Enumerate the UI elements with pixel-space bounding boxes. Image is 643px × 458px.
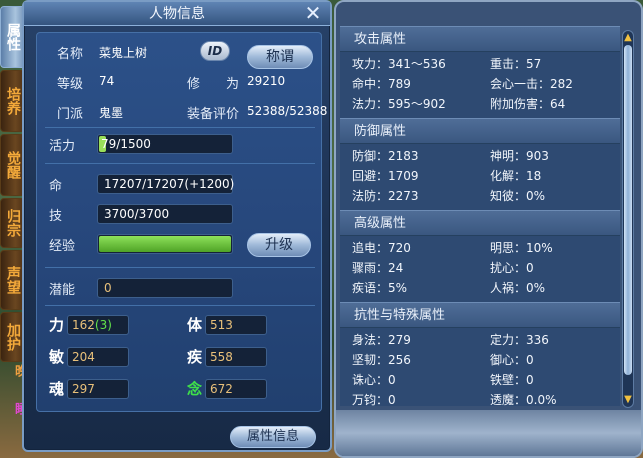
attribute-cell: 疾语：5% bbox=[352, 281, 408, 295]
id-badge-icon[interactable]: ID bbox=[200, 41, 230, 61]
stat-label-mind: 念 bbox=[187, 380, 203, 398]
stat-label-constitution: 体 bbox=[187, 316, 203, 334]
stat-strength: 162(3) bbox=[67, 315, 129, 335]
attribute-cell: 知彼：0% bbox=[490, 189, 546, 203]
attribute-cell: 神明：903 bbox=[490, 149, 549, 163]
life-label: 命 bbox=[49, 179, 63, 194]
attribute-list: 攻击属性攻力：341～536 重击：57 命中：789 会心一击：282 法力：595～… bbox=[340, 26, 620, 406]
faction-value: 鬼墨 bbox=[99, 106, 124, 120]
close-icon[interactable]: ✕ bbox=[304, 3, 322, 23]
exp-label: 经验 bbox=[49, 239, 76, 254]
attribute-cell: 重击：57 bbox=[490, 57, 542, 71]
level-label: 等级 bbox=[57, 77, 84, 92]
attribute-row: 法防：2273 知彼：0% bbox=[340, 186, 620, 206]
attribute-cell: 透魔：0.0% bbox=[490, 393, 557, 406]
attribute-section-header: 防御属性 bbox=[340, 118, 620, 144]
attribute-cell: 扰心：0 bbox=[490, 261, 534, 275]
stat-label-agility: 敏 bbox=[49, 348, 65, 366]
attribute-cell: 御心：0 bbox=[490, 353, 534, 367]
attribute-cell: 万钧：0 bbox=[352, 393, 396, 406]
attribute-row: 追电：720 明思：10% bbox=[340, 238, 620, 258]
vitality-bar: 79/1500 bbox=[97, 134, 233, 154]
exp-bar-fill bbox=[99, 236, 231, 252]
attribute-row: 骤雨：24 扰心：0 bbox=[340, 258, 620, 278]
vitality-value: 79/1500 bbox=[101, 137, 151, 151]
potential-label: 潜能 bbox=[49, 283, 76, 298]
panel-title: 人物信息 bbox=[24, 2, 330, 26]
attribute-row: 万钧：0 透魔：0.0% bbox=[340, 390, 620, 406]
character-info-content: 名称 菜鬼上树 ID 称谓 等级 74 修 为 29210 门派 鬼墨 装备评价… bbox=[36, 32, 327, 412]
stat-mind: 672 bbox=[205, 379, 267, 399]
attribute-row: 坚韧：256 御心：0 bbox=[340, 350, 620, 370]
attribute-row: 法力：595～902 附加伤害：64 bbox=[340, 94, 620, 114]
attribute-cell: 附加伤害：64 bbox=[490, 97, 566, 111]
scroll-up-icon[interactable]: ▲ bbox=[623, 33, 633, 43]
divider bbox=[45, 267, 315, 268]
gear-score-value: 52388/52388 bbox=[247, 104, 328, 118]
exp-bar bbox=[97, 234, 233, 254]
gear-score-label: 装备评价 bbox=[187, 107, 240, 122]
attribute-section-header: 抗性与特殊属性 bbox=[340, 302, 620, 328]
attribute-cell: 铁壁：0 bbox=[490, 373, 534, 387]
attribute-section-header: 高级属性 bbox=[340, 210, 620, 236]
stat-speed: 558 bbox=[205, 347, 267, 367]
potential-field: 0 bbox=[97, 278, 233, 298]
stat-constitution: 513 bbox=[205, 315, 267, 335]
attribute-row: 诛心：0 铁壁：0 bbox=[340, 370, 620, 390]
faction-label: 门派 bbox=[57, 107, 84, 122]
name-label: 名称 bbox=[57, 47, 84, 62]
attribute-cell: 法防：2273 bbox=[352, 189, 419, 203]
scroll-thumb[interactable] bbox=[624, 45, 632, 375]
skill-field: 3700/3700 bbox=[97, 204, 233, 224]
scroll-down-icon[interactable]: ▼ bbox=[623, 395, 633, 405]
attribute-row: 回避：1709 化解：18 bbox=[340, 166, 620, 186]
attribute-cell: 骤雨：24 bbox=[352, 261, 404, 275]
stat-label-speed: 疾 bbox=[187, 348, 203, 366]
life-field: 17207/17207(+1200) bbox=[97, 174, 234, 194]
attribute-cell: 身法：279 bbox=[352, 333, 411, 347]
scrollbar[interactable]: ▲ ▼ bbox=[622, 30, 634, 408]
title-button[interactable]: 称谓 bbox=[247, 45, 313, 69]
attribute-cell: 明思：10% bbox=[490, 241, 553, 255]
level-value: 74 bbox=[99, 74, 115, 88]
attribute-info-button[interactable]: 属性信息 bbox=[230, 426, 316, 448]
skill-label: 技 bbox=[49, 209, 63, 224]
cultivation-label: 修 为 bbox=[187, 77, 240, 92]
divider bbox=[45, 163, 315, 164]
attribute-cell: 会心一击：282 bbox=[490, 77, 573, 91]
attribute-cell: 回避：1709 bbox=[352, 169, 419, 183]
stat-value: 162 bbox=[72, 318, 95, 332]
attribute-cell: 化解：18 bbox=[490, 169, 542, 183]
attribute-cell: 命中：789 bbox=[352, 77, 411, 91]
upgrade-button[interactable]: 升级 bbox=[247, 233, 311, 257]
attribute-cell: 防御：2183 bbox=[352, 149, 419, 163]
stat-label-strength: 力 bbox=[49, 316, 65, 334]
attribute-cell: 追电：720 bbox=[352, 241, 411, 255]
attribute-row: 身法：279 定力：336 bbox=[340, 330, 620, 350]
attribute-cell: 攻力：341～536 bbox=[352, 57, 446, 71]
stat-agility: 204 bbox=[67, 347, 129, 367]
attribute-cell: 坚韧：256 bbox=[352, 353, 411, 367]
stat-soul: 297 bbox=[67, 379, 129, 399]
attribute-row: 命中：789 会心一击：282 bbox=[340, 74, 620, 94]
divider bbox=[45, 127, 315, 128]
stat-label-soul: 魂 bbox=[49, 380, 65, 398]
attribute-row: 疾语：5% 人祸：0% bbox=[340, 278, 620, 298]
attribute-cell: 人祸：0% bbox=[490, 281, 546, 295]
attribute-row: 防御：2183 神明：903 bbox=[340, 146, 620, 166]
attribute-detail-panel: 攻击属性攻力：341～536 重击：57 命中：789 会心一击：282 法力：595～… bbox=[334, 0, 643, 458]
attribute-cell: 定力：336 bbox=[490, 333, 549, 347]
divider bbox=[45, 305, 315, 306]
attribute-cell: 法力：595～902 bbox=[352, 97, 446, 111]
attribute-cell: 诛心：0 bbox=[352, 373, 396, 387]
attribute-row: 攻力：341～536 重击：57 bbox=[340, 54, 620, 74]
stat-bonus: (3) bbox=[94, 318, 112, 332]
panel-footer-ornament bbox=[336, 410, 641, 456]
cultivation-value: 29210 bbox=[247, 74, 286, 88]
attribute-section-header: 攻击属性 bbox=[340, 26, 620, 52]
character-info-panel: 人物信息 ✕ 名称 菜鬼上树 ID 称谓 等级 74 修 为 29210 门派 … bbox=[22, 0, 332, 452]
character-name: 菜鬼上树 bbox=[99, 46, 148, 60]
vitality-label: 活力 bbox=[49, 139, 76, 154]
